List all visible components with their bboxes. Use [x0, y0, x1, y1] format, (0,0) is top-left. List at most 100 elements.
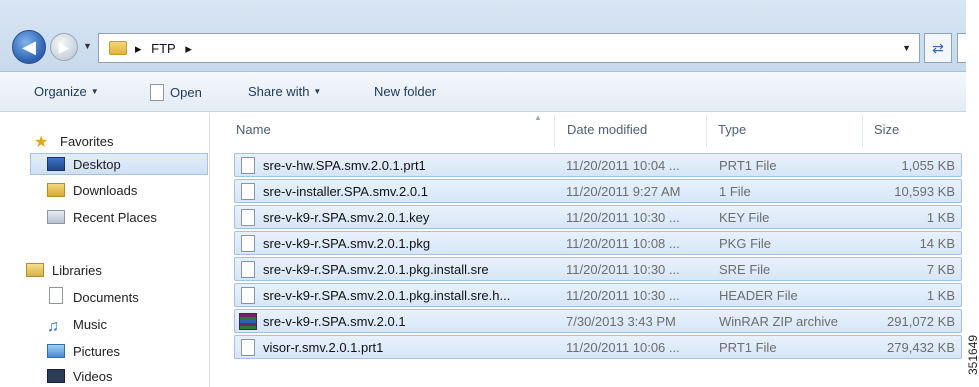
sort-ascending-icon: ▲ — [534, 113, 542, 122]
nav-pictures[interactable]: Pictures — [47, 341, 120, 363]
nav-downloads-label: Downloads — [73, 183, 138, 198]
open-button[interactable]: Open — [150, 84, 202, 101]
file-type: WinRAR ZIP archive — [719, 314, 838, 329]
nav-favorites[interactable]: ★ Favorites — [34, 131, 113, 153]
file-row[interactable]: sre-v-k9-r.SPA.smv.2.0.1.key 11/20/2011 … — [234, 205, 962, 229]
file-date-modified: 11/20/2011 10:30 ... — [566, 288, 680, 303]
address-history-dropdown[interactable]: ▼ — [902, 43, 911, 53]
file-type: PRT1 File — [719, 340, 777, 355]
breadcrumb-separator[interactable]: ▸ — [135, 41, 142, 56]
nav-libraries[interactable]: Libraries — [26, 260, 102, 282]
file-name: sre-v-installer.SPA.smv.2.0.1 — [263, 184, 428, 199]
nav-recent-places-label: Recent Places — [73, 210, 157, 225]
column-header-date-modified[interactable]: Date modified — [567, 122, 647, 137]
nav-music-label: Music — [73, 317, 107, 332]
refresh-icon: ⇄ — [932, 40, 944, 56]
column-divider[interactable] — [706, 115, 707, 147]
folder-icon — [109, 41, 127, 55]
file-row[interactable]: visor-r.smv.2.0.1.prt1 11/20/2011 10:06 … — [234, 335, 962, 359]
nav-downloads[interactable]: Downloads — [47, 180, 137, 202]
file-name: sre-v-k9-r.SPA.smv.2.0.1.pkg.install.sre — [263, 262, 489, 277]
file-row[interactable]: sre-v-k9-r.SPA.smv.2.0.1.pkg.install.sre… — [234, 257, 962, 281]
open-label: Open — [170, 85, 202, 100]
file-size: 1,055 KB — [901, 158, 956, 173]
file-date-modified: 11/20/2011 10:30 ... — [566, 262, 680, 277]
file-name: sre-v-hw.SPA.smv.2.0.1.prt1 — [263, 158, 426, 173]
documents-icon — [49, 287, 63, 304]
videos-icon — [47, 369, 65, 383]
file-icon — [241, 183, 255, 200]
explorer-window: ◀ ▶ ▼ ▸ FTP ▸ ▼ ⇄ Organize▼ Open Share — [0, 0, 966, 387]
file-size: 14 KB — [919, 236, 955, 251]
file-type: SRE File — [719, 262, 771, 277]
share-with-button[interactable]: Share with ▼ — [248, 84, 321, 99]
file-date-modified: 11/20/2011 10:04 ... — [566, 158, 680, 173]
file-row[interactable]: sre-v-k9-r.SPA.smv.2.0.1 7/30/2013 3:43 … — [234, 309, 962, 333]
breadcrumb-separator[interactable]: ▸ — [185, 41, 192, 56]
figure-id-strip: 351649 — [966, 0, 979, 387]
address-region: ◀ ▶ ▼ ▸ FTP ▸ ▼ ⇄ — [0, 0, 966, 72]
recent-pages-dropdown[interactable]: ▼ — [83, 41, 92, 51]
file-date-modified: 11/20/2011 9:27 AM — [566, 184, 681, 199]
nav-documents[interactable]: Documents — [47, 287, 139, 309]
file-row[interactable]: sre-v-k9-r.SPA.smv.2.0.1.pkg.install.sre… — [234, 283, 962, 307]
file-row[interactable]: sre-v-k9-r.SPA.smv.2.0.1.pkg 11/20/2011 … — [234, 231, 962, 255]
file-size: 7 KB — [926, 262, 955, 277]
nav-pictures-label: Pictures — [73, 344, 120, 359]
file-date-modified: 11/20/2011 10:08 ... — [566, 236, 680, 251]
nav-videos[interactable]: Videos — [47, 366, 113, 387]
nav-desktop-label: Desktop — [73, 157, 121, 172]
nav-desktop[interactable]: Desktop — [30, 153, 208, 175]
share-with-label: Share with — [248, 84, 310, 99]
address-bar[interactable]: ▸ FTP ▸ ▼ — [98, 33, 920, 63]
file-name: sre-v-k9-r.SPA.smv.2.0.1 — [263, 314, 406, 329]
file-date-modified: 11/20/2011 10:30 ... — [566, 210, 680, 225]
nav-documents-label: Documents — [73, 290, 139, 305]
pictures-icon — [47, 344, 65, 358]
file-type: PKG File — [719, 236, 772, 251]
forward-button[interactable]: ▶ — [50, 33, 78, 61]
file-type: HEADER File — [719, 288, 798, 303]
file-size: 1 KB — [926, 288, 955, 303]
file-type: 1 File — [719, 184, 751, 199]
column-header-type[interactable]: Type — [718, 122, 746, 137]
column-header-size[interactable]: Size — [874, 122, 899, 137]
desktop-icon — [47, 157, 65, 171]
music-icon: ♫ — [47, 318, 59, 335]
nav-videos-label: Videos — [73, 369, 113, 384]
file-row[interactable]: sre-v-hw.SPA.smv.2.0.1.prt1 11/20/2011 1… — [234, 153, 962, 177]
column-divider[interactable] — [554, 115, 555, 147]
file-name: sre-v-k9-r.SPA.smv.2.0.1.key — [263, 210, 430, 225]
downloads-icon — [47, 183, 65, 197]
file-icon — [150, 84, 164, 101]
file-icon — [241, 235, 255, 252]
figure-id: 351649 — [966, 334, 979, 375]
nav-libraries-label: Libraries — [52, 263, 102, 278]
search-input[interactable] — [957, 33, 966, 63]
refresh-button[interactable]: ⇄ — [924, 33, 952, 63]
file-size: 279,432 KB — [887, 340, 955, 355]
column-divider[interactable] — [862, 115, 863, 147]
libraries-icon — [26, 263, 44, 277]
winrar-icon — [239, 313, 257, 330]
new-folder-button[interactable]: New folder — [374, 84, 436, 99]
file-name: sre-v-k9-r.SPA.smv.2.0.1.pkg — [263, 236, 431, 251]
file-row[interactable]: sre-v-installer.SPA.smv.2.0.1 11/20/2011… — [234, 179, 962, 203]
recent-places-icon — [47, 210, 65, 224]
file-size: 1 KB — [926, 210, 955, 225]
star-icon: ★ — [34, 134, 49, 151]
navigation-pane: ★ Favorites Desktop Downloads Recent Plac… — [0, 113, 210, 387]
file-date-modified: 11/20/2011 10:06 ... — [566, 340, 680, 355]
file-name: visor-r.smv.2.0.1.prt1 — [263, 340, 384, 355]
file-type: KEY File — [719, 210, 770, 225]
command-bar: Organize ▼ Open Share with ▼ New folder — [0, 72, 966, 112]
back-button[interactable]: ◀ — [12, 30, 46, 64]
file-size: 10,593 KB — [894, 184, 955, 199]
nav-recent-places[interactable]: Recent Places — [47, 207, 157, 229]
breadcrumb-item-ftp[interactable]: FTP — [151, 41, 176, 56]
breadcrumb: ▸ FTP ▸ — [135, 41, 198, 57]
column-header-name[interactable]: Name — [236, 122, 271, 137]
organize-button[interactable]: Organize ▼ — [34, 84, 99, 99]
nav-music[interactable]: ♫ Music — [47, 314, 107, 336]
file-list: ▲ Name Date modified Type Size sre-v-hw.… — [212, 113, 966, 387]
